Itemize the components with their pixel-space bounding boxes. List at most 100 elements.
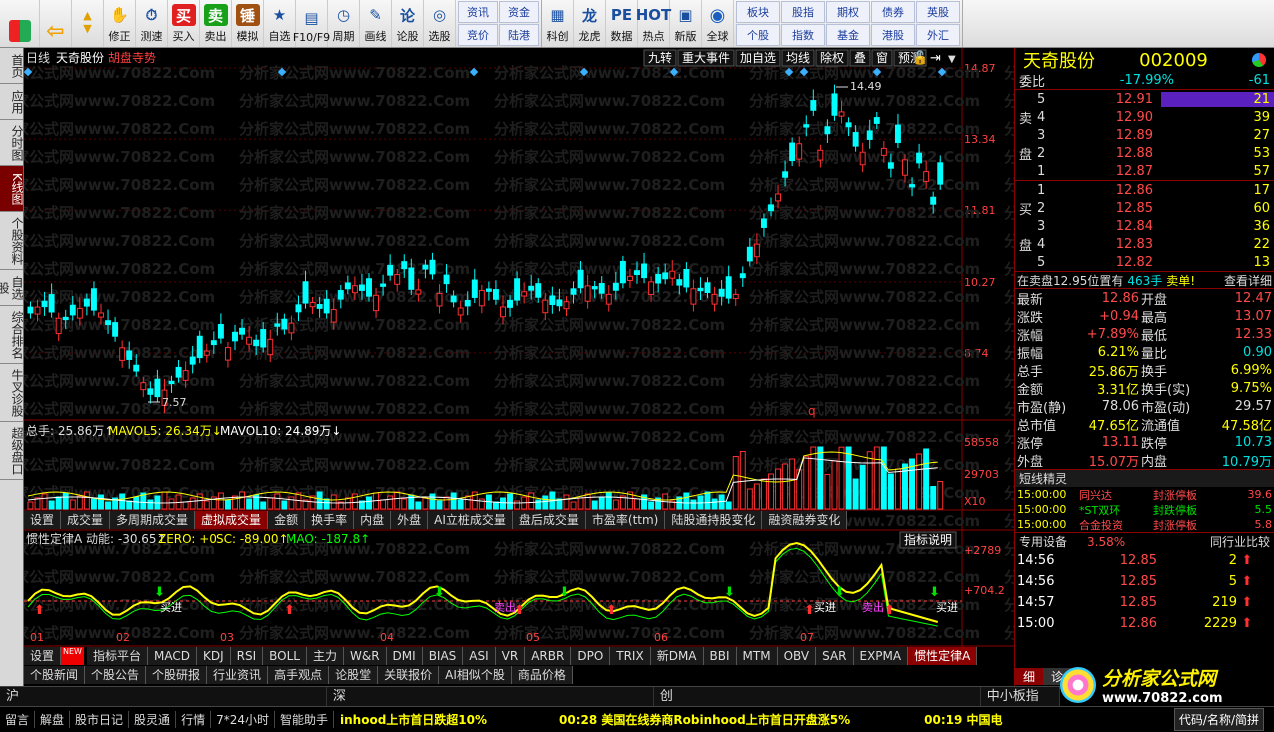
indicator_tabs-tab-0[interactable]: 设置	[24, 647, 62, 665]
info_tabs-tab-3[interactable]: 行业资讯	[207, 666, 269, 684]
volume_tabs-tab-8[interactable]: AI立桩成交量	[428, 511, 513, 529]
side-tab-7[interactable]: 牛叉诊股	[0, 364, 23, 422]
quick-link-3[interactable]: 陆港	[499, 24, 539, 46]
indicator_tabs-tab-16[interactable]: BBI	[703, 647, 737, 665]
market-index-3[interactable]: 中小板指	[981, 687, 1061, 706]
indicator_tabs-tab-17[interactable]: MTM	[736, 647, 778, 665]
volume_tabs-tab-9[interactable]: 盘后成交量	[512, 511, 586, 529]
indicator_tabs-tab-15[interactable]: 新DMA	[650, 647, 704, 665]
market-link-8[interactable]: 港股	[871, 24, 915, 46]
market-index-1[interactable]: 深	[327, 687, 654, 706]
indicator_tabs-tab-8[interactable]: DMI	[386, 647, 423, 665]
toolbar-button-tools-0[interactable]: ★ 自选	[264, 0, 296, 47]
volume_tabs-tab-12[interactable]: 融资融券变化	[762, 511, 848, 529]
status-item-4[interactable]: 行情	[176, 711, 212, 728]
toolbar-button-tools2-1[interactable]: 龙龙虎	[574, 0, 606, 47]
updown-button[interactable]: ▲ ▼	[72, 0, 104, 47]
ind-help-button[interactable]: 指标说明	[904, 532, 952, 547]
info_tabs-tab-0[interactable]: 个股新闻	[24, 666, 86, 684]
indicator_tabs-tab-21[interactable]: 惯性定律A	[908, 647, 978, 665]
news-ticker-2[interactable]: 00:28 美国在线券商Robinhood上市首日开盘涨5%	[553, 711, 856, 728]
pie-icon[interactable]	[1252, 53, 1266, 67]
toolbar-button-tools-3[interactable]: ✎ 画线	[360, 0, 392, 47]
indicator_tabs-tab-10[interactable]: ASI	[463, 647, 496, 665]
indicator_tabs-tab-18[interactable]: OBV	[777, 647, 817, 665]
volume_tabs-tab-3[interactable]: 虚拟成交量	[195, 511, 269, 529]
status-item-1[interactable]: 解盘	[35, 711, 71, 728]
side-tab-8[interactable]: 超级盘口	[0, 422, 23, 480]
info_tabs-tab-6[interactable]: 关联报价	[378, 666, 440, 684]
info_tabs-tab-5[interactable]: 论股堂	[329, 666, 379, 684]
volume_tabs-tab-2[interactable]: 多周期成交量	[110, 511, 196, 529]
side-tab-2[interactable]: 分时图	[0, 120, 23, 166]
chart-button-2[interactable]: 加自选	[740, 51, 776, 65]
toolbar-button-tools-1[interactable]: ▤ F10/F9	[293, 0, 330, 47]
indicator_tabs-tab-19[interactable]: SAR	[816, 647, 854, 665]
news-ticker-1[interactable]: inhood上市首日跌超10%	[334, 711, 493, 728]
market-link-9[interactable]: 外汇	[916, 24, 960, 46]
indicator_tabs-tab-1[interactable]: 指标平台	[86, 647, 148, 665]
toolbar-button-nav-1[interactable]: ⏱ 测速	[136, 0, 168, 47]
code-search-input[interactable]: 代码/名称/简拼	[1173, 708, 1264, 731]
toolbar-button-trade-2[interactable]: 锤模拟	[232, 0, 264, 47]
lock-icon[interactable]: 🔓	[912, 50, 928, 66]
industry-compare-link[interactable]: 同行业比较	[1210, 533, 1270, 550]
notice-detail-link[interactable]: 查看详细	[1224, 272, 1272, 288]
volume_tabs-tab-1[interactable]: 成交量	[61, 511, 111, 529]
info_tabs-tab-7[interactable]: AI相似个股	[439, 666, 512, 684]
market-link-2[interactable]: 期权	[826, 1, 870, 23]
toolbar-button-tools2-2[interactable]: PE 数据	[606, 0, 638, 47]
volume_tabs-tab-11[interactable]: 陆股通持股变化	[665, 511, 763, 529]
side-tab-6[interactable]: 综合排名	[0, 306, 23, 364]
news-ticker-3[interactable]: 00:19 中国电	[918, 711, 1008, 728]
chart-button-1[interactable]: 重大事件	[682, 51, 730, 65]
toolbar-button-trade-0[interactable]: 买买入	[168, 0, 200, 47]
quick-link-2[interactable]: 竞价	[458, 24, 498, 46]
info_tabs-tab-4[interactable]: 高手观点	[268, 666, 330, 684]
indicator_tabs-tab-13[interactable]: DPO	[571, 647, 611, 665]
market-link-4[interactable]: 英股	[916, 1, 960, 23]
indicator_tabs-tab-3[interactable]: KDJ	[196, 647, 231, 665]
toolbar-button-tools-2[interactable]: ◷ 周期	[328, 0, 360, 47]
indicator_tabs-tab-11[interactable]: VR	[495, 647, 526, 665]
info_tabs-tab-1[interactable]: 个股公告	[85, 666, 147, 684]
indicator_tabs-tab-9[interactable]: BIAS	[422, 647, 464, 665]
chart-button-5[interactable]: 叠	[854, 51, 866, 65]
indicator_tabs-tab-6[interactable]: 主力	[306, 647, 344, 665]
indicator_tabs-tab-4[interactable]: RSI	[230, 647, 264, 665]
status-item-6[interactable]: 智能助手	[275, 711, 334, 728]
side-tab-3[interactable]: K线图	[0, 166, 23, 212]
toolbar-button-tools-5[interactable]: ◎ 选股	[424, 0, 456, 47]
chart-button-4[interactable]: 除权	[820, 50, 844, 65]
volume_tabs-tab-0[interactable]: 设置	[24, 511, 62, 529]
toolbar-button-tools-4[interactable]: 论论股	[392, 0, 424, 47]
quick-link-0[interactable]: 资讯	[458, 1, 498, 23]
toolbar-button-tools2-4[interactable]: ▣ 新版	[670, 0, 702, 47]
side-tab-4[interactable]: 个股资料	[0, 212, 23, 270]
market-link-1[interactable]: 股指	[781, 1, 825, 23]
status-item-5[interactable]: 7*24小时	[211, 711, 275, 728]
chart-button-6[interactable]: 窗	[876, 51, 888, 65]
info_tabs-tab-8[interactable]: 商品价格	[511, 666, 573, 684]
event-marker-icon[interactable]	[469, 67, 479, 77]
tick-tab-0[interactable]: 细	[1015, 668, 1044, 685]
toolbar-button-tools2-0[interactable]: ▦ 科创	[542, 0, 574, 47]
status-item-0[interactable]: 留言	[0, 711, 36, 728]
indicator_tabs-tab-2[interactable]: MACD	[147, 647, 197, 665]
kline-chart-area[interactable]: 14.8713.3411.8110.278.74分析家公式网www.70822.…	[24, 48, 1014, 648]
info_tabs-tab-2[interactable]: 个股研报	[146, 666, 208, 684]
volume_tabs-tab-5[interactable]: 换手率	[305, 511, 355, 529]
side-tab-5[interactable]: 自选股	[0, 270, 23, 306]
global-button[interactable]: ◉ 全球	[702, 0, 734, 47]
market-link-5[interactable]: 个股	[736, 24, 780, 46]
volume_tabs-tab-7[interactable]: 外盘	[391, 511, 429, 529]
dropdown-icon[interactable]: ▼	[948, 54, 956, 65]
market-link-3[interactable]: 债券	[871, 1, 915, 23]
status-item-2[interactable]: 股市日记	[70, 711, 130, 728]
side-tab-0[interactable]: 首页	[0, 48, 23, 84]
indicator_tabs-tab-5[interactable]: BOLL	[263, 647, 307, 665]
market-link-6[interactable]: 指数	[781, 24, 825, 46]
market-link-0[interactable]: 板块	[736, 1, 780, 23]
indicator_tabs-tab-12[interactable]: ARBR	[525, 647, 572, 665]
volume_tabs-tab-10[interactable]: 市盈率(ttm)	[585, 511, 666, 529]
